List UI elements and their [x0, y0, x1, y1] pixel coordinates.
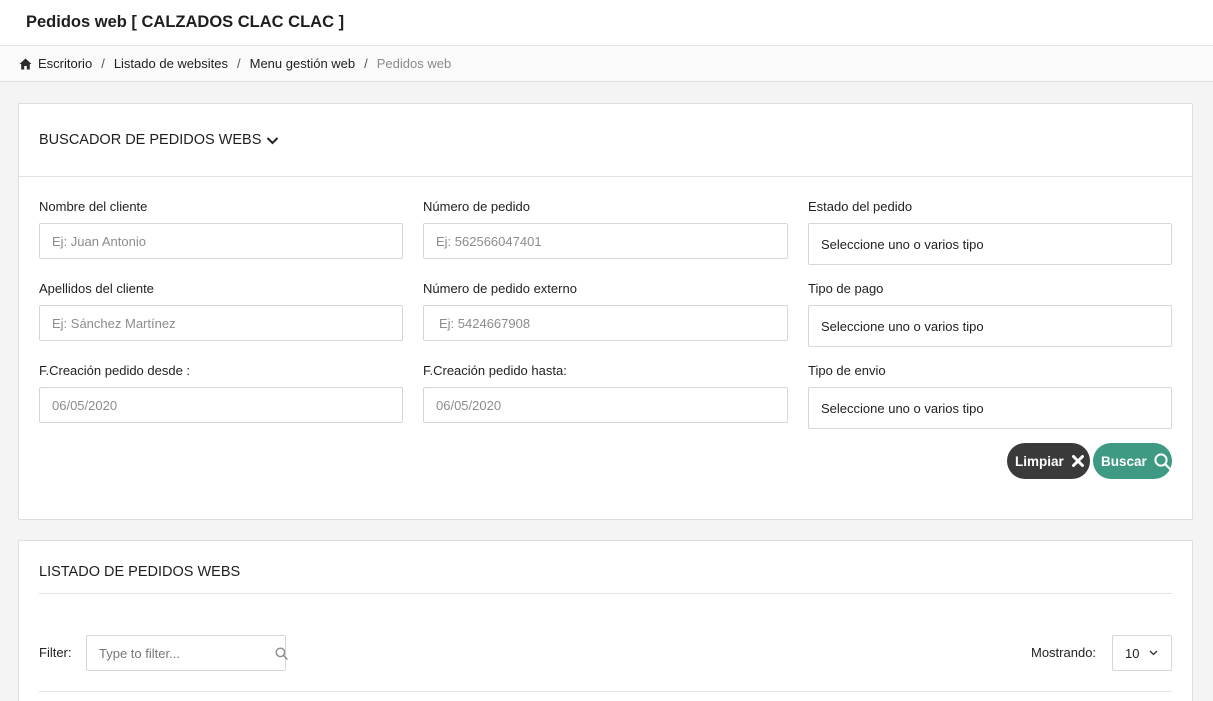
- filter-label: Filter:: [39, 645, 72, 660]
- breadcrumb-item-menu-gestion[interactable]: Menu gestión web: [250, 56, 356, 71]
- breadcrumb: Escritorio / Listado de websites / Menu …: [0, 46, 1213, 82]
- search-icon: [1154, 452, 1171, 470]
- search-button[interactable]: Buscar: [1093, 443, 1172, 479]
- date-to-input[interactable]: 06/05/2020: [423, 387, 788, 423]
- page-size-label: Mostrando:: [1031, 645, 1097, 660]
- top-bar: Pedidos web [ CALZADOS CLAC CLAC ]: [0, 0, 1213, 46]
- breadcrumb-current: Pedidos web: [376, 56, 452, 71]
- date-to-label: F.Creación pedido hasta:: [423, 363, 567, 378]
- close-icon: [1071, 454, 1085, 468]
- breadcrumb-item-websites[interactable]: Listado de websites: [114, 56, 228, 71]
- order-number-label: Número de pedido: [423, 199, 530, 214]
- external-order-number-input[interactable]: [423, 305, 788, 341]
- chevron-down-icon: [1149, 650, 1158, 656]
- page-size-value: 10: [1125, 645, 1140, 661]
- home-icon[interactable]: [19, 58, 32, 70]
- date-from-input[interactable]: 06/05/2020: [39, 387, 403, 423]
- client-name-label: Nombre del cliente: [39, 199, 148, 214]
- search-button-label: Buscar: [1101, 453, 1147, 469]
- external-order-number-label: Número de pedido externo: [423, 281, 577, 296]
- divider: [39, 593, 1172, 594]
- payment-type-label: Tipo de pago: [808, 281, 884, 296]
- search-panel-toggle[interactable]: BUSCADOR DE PEDIDOS WEBS: [19, 104, 1192, 177]
- filter-field[interactable]: [86, 635, 288, 671]
- page-title: Pedidos web [ CALZADOS CLAC CLAC ]: [26, 13, 345, 31]
- shipping-type-select[interactable]: Seleccione uno o varios tipo: [808, 387, 1172, 429]
- orders-list-title: LISTADO DE PEDIDOS WEBS: [39, 564, 241, 580]
- divider: [39, 691, 1172, 692]
- search-panel-title: BUSCADOR DE PEDIDOS WEBS: [39, 132, 262, 148]
- breadcrumb-separator: /: [237, 56, 241, 71]
- search-icon: [275, 647, 288, 660]
- client-name-input[interactable]: [39, 223, 403, 259]
- chevron-down-icon: [266, 136, 279, 145]
- search-panel: BUSCADOR DE PEDIDOS WEBS Nombre del clie…: [18, 103, 1193, 520]
- page-size-select[interactable]: 10: [1112, 635, 1172, 671]
- breadcrumb-separator: /: [364, 56, 368, 71]
- breadcrumb-item-escritorio[interactable]: Escritorio: [38, 56, 92, 71]
- order-status-label: Estado del pedido: [808, 199, 913, 214]
- order-number-input[interactable]: [423, 223, 788, 259]
- orders-list-panel: LISTADO DE PEDIDOS WEBS Filter: Mostrand…: [18, 540, 1193, 701]
- client-surname-input[interactable]: [39, 305, 403, 341]
- payment-type-select[interactable]: Seleccione uno o varios tipo: [808, 305, 1172, 347]
- breadcrumb-separator: /: [101, 56, 105, 71]
- clear-button-label: Limpiar: [1015, 453, 1064, 469]
- date-from-label: F.Creación pedido desde :: [39, 363, 191, 378]
- clear-button[interactable]: Limpiar: [1007, 443, 1090, 479]
- shipping-type-label: Tipo de envio: [808, 363, 886, 378]
- order-status-select[interactable]: Seleccione uno o varios tipo: [808, 223, 1172, 265]
- client-surname-label: Apellidos del cliente: [39, 281, 154, 296]
- filter-input[interactable]: [99, 645, 275, 661]
